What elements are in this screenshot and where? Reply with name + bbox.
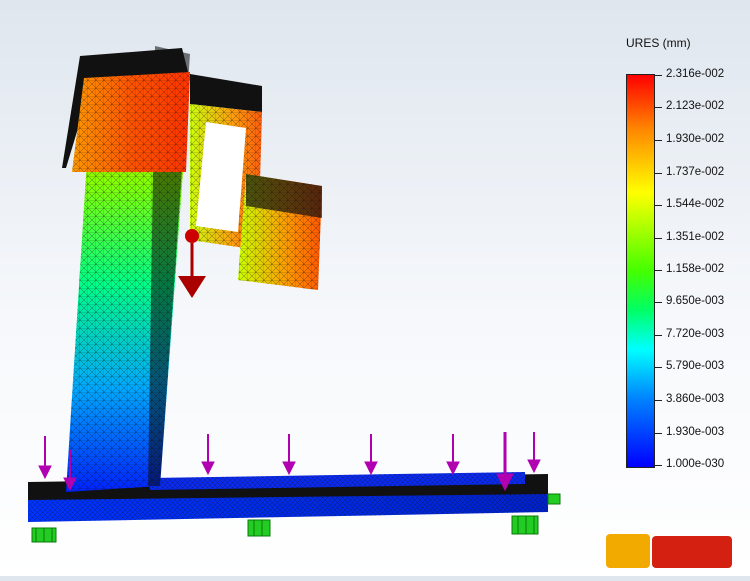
legend-tick: 1.930e-003 — [653, 426, 725, 438]
watermark-logo-graphic — [606, 534, 732, 568]
legend-tick: 9.650e-003 — [653, 295, 725, 307]
legend-colorbar — [626, 74, 655, 468]
downward-force-arrow-icon — [527, 432, 541, 474]
legend-tick: 1.351e-002 — [653, 231, 725, 243]
legend-tick: 3.860e-003 — [653, 393, 725, 405]
downward-force-arrow-icon — [38, 436, 52, 480]
legend-tick: 2.123e-002 — [653, 100, 725, 112]
fea-results-viewport[interactable]: URES (mm) 2.316e-002 2.123e-002 1.930e-0… — [0, 0, 750, 576]
downward-force-arrow-icon — [201, 434, 215, 476]
downward-force-arrow-icon — [364, 434, 378, 476]
legend-tick: 1.000e-030 — [653, 458, 725, 470]
legend-tick: 2.316e-002 — [653, 68, 725, 80]
side-arm — [238, 174, 322, 290]
fixed-support-icon — [511, 515, 539, 535]
legend-title: URES (mm) — [626, 36, 691, 50]
legend-tick: 5.790e-003 — [653, 360, 725, 372]
legend-tick: 1.930e-002 — [653, 133, 725, 145]
fixed-support-icon — [31, 527, 57, 543]
legend-tick: 1.158e-002 — [653, 263, 725, 275]
downward-force-arrow-icon — [446, 434, 460, 476]
watermark-logo — [606, 530, 732, 572]
legend-tick: 7.720e-003 — [653, 328, 725, 340]
legend-tick: 1.544e-002 — [653, 198, 725, 210]
results-legend[interactable]: URES (mm) 2.316e-002 2.123e-002 1.930e-0… — [600, 30, 750, 480]
fixed-support-icon — [547, 493, 561, 505]
legend-tick: 1.737e-002 — [653, 166, 725, 178]
downward-force-arrow-icon — [282, 434, 296, 476]
fixed-support-icon — [247, 519, 271, 537]
